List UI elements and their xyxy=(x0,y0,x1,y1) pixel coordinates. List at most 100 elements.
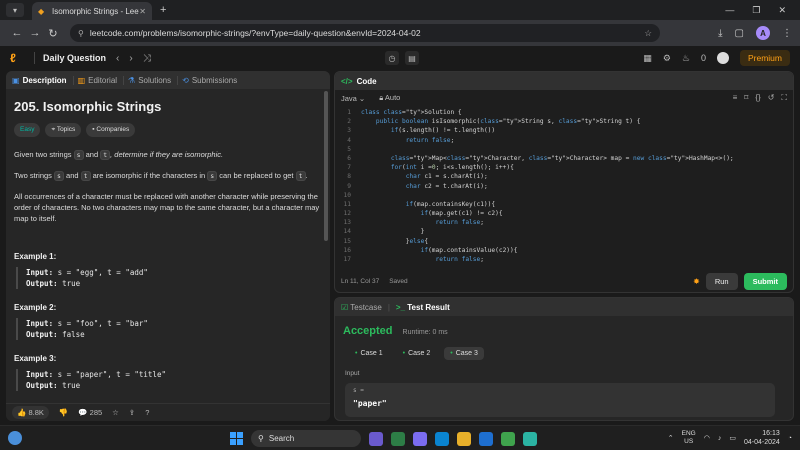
site-info-icon[interactable]: ⚲ xyxy=(78,29,84,38)
tab-test-result[interactable]: >_ Test Result xyxy=(396,303,450,312)
topics-badge[interactable]: ⌖ Topics xyxy=(45,123,82,137)
teams-icon[interactable] xyxy=(413,431,427,446)
settings-gear-icon[interactable]: ⚙ xyxy=(663,53,671,64)
profile-avatar[interactable]: A xyxy=(756,26,770,40)
back-icon[interactable]: ← xyxy=(8,27,26,39)
companies-badge[interactable]: ▪ Companies xyxy=(86,123,136,137)
streak-fire-icon[interactable]: ♨ xyxy=(682,53,690,64)
case-tab-1[interactable]: • Case 1 xyxy=(349,347,389,360)
tab-solutions-label: Solutions xyxy=(138,75,172,85)
example-title: Example 3: xyxy=(14,354,57,363)
taskbar-clock[interactable]: 16:13 04-04-2024 xyxy=(744,429,780,447)
url-text: leetcode.com/problems/isomorphic-strings… xyxy=(89,28,421,38)
bookmark-icon[interactable]: ⌑ xyxy=(744,93,748,103)
reload-icon[interactable]: ↻ xyxy=(44,27,62,40)
tab-editorial[interactable]: ▥ Editorial xyxy=(78,75,125,85)
chrome-icon[interactable] xyxy=(501,431,515,446)
header-center-tools: ◷ ▤ xyxy=(385,51,419,65)
layout-grid-icon[interactable]: ▦ xyxy=(643,53,652,64)
code-text: if(map.containsValue(c2)){ xyxy=(420,246,518,254)
example-block: Input: s = "paper", t = "title" Output: … xyxy=(16,369,322,391)
edge-icon[interactable] xyxy=(435,431,449,446)
tab-submissions[interactable]: ⟲ Submissions xyxy=(182,76,243,85)
download-icon[interactable]: ⤓ xyxy=(718,28,722,39)
tab-search-icon[interactable]: ▾ xyxy=(6,3,24,17)
line-number: 6 xyxy=(347,154,351,162)
forward-icon[interactable]: → xyxy=(26,27,44,39)
code-text: if(map.containsKey(c1)){ xyxy=(405,200,496,208)
notification-icon[interactable]: ◔ xyxy=(788,435,792,442)
bookmark-star-icon[interactable]: ☆ xyxy=(644,28,652,39)
code-editor[interactable]: 1 class class="ty">Solution {2 public boo… xyxy=(335,106,793,266)
tab-close-icon[interactable]: ✕ xyxy=(139,7,146,16)
user-avatar[interactable] xyxy=(716,52,729,64)
next-problem-icon[interactable]: › xyxy=(129,53,132,64)
tab-description[interactable]: ▣ Description xyxy=(12,75,74,85)
line-number: 7 xyxy=(347,164,351,172)
mail-icon[interactable] xyxy=(479,431,493,446)
url-input[interactable]: ⚲ leetcode.com/problems/isomorphic-strin… xyxy=(70,24,660,42)
help-icon[interactable]: ? xyxy=(145,408,149,417)
example-input-line: Input: s = "egg", t = "add" xyxy=(26,267,322,278)
minimize-icon[interactable]: — xyxy=(725,5,734,16)
case-tab-2[interactable]: • Case 2 xyxy=(397,347,437,360)
topics-label: Topics xyxy=(56,126,76,133)
language-select[interactable]: Java ⌄ xyxy=(341,94,365,103)
windows-start-icon[interactable] xyxy=(230,432,243,445)
comments-button[interactable]: 💬 285 xyxy=(78,408,102,417)
extensions-icon[interactable]: ▢ xyxy=(735,28,744,39)
daily-question-link[interactable]: Daily Question xyxy=(43,53,106,63)
code-text: } xyxy=(361,228,425,236)
browser-tab[interactable]: ◆ Isomorphic Strings - LeetCode ✕ xyxy=(32,2,152,20)
desc-paragraph-2: Two strings s and t are isomorphic if th… xyxy=(14,170,322,182)
format-icon[interactable]: ≡ xyxy=(733,93,738,103)
share-icon[interactable]: ⇪ xyxy=(129,408,135,417)
timer-icon[interactable]: ◷ xyxy=(385,51,399,65)
solutions-flask-icon: ⚗ xyxy=(128,75,136,85)
reset-icon[interactable]: ↺ xyxy=(768,93,775,103)
battery-icon[interactable]: ▭ xyxy=(729,434,736,442)
volume-icon[interactable]: ♪ xyxy=(718,435,722,442)
close-window-icon[interactable]: ✕ xyxy=(778,5,786,16)
code-toolbar: Java ⌄ 🔒︎ Auto ≡ ⌑ {} ↺ ⛶ xyxy=(335,90,793,106)
leetcode-logo-icon[interactable]: ℓ xyxy=(10,51,26,65)
favorite-star-icon[interactable]: ☆ xyxy=(112,408,119,417)
case-tab-3[interactable]: • Case 3 xyxy=(444,347,484,360)
submit-button[interactable]: Submit xyxy=(743,272,787,290)
auto-mode-toggle[interactable]: 🔒︎ Auto xyxy=(379,93,400,103)
input-value-box: s = "paper" xyxy=(345,383,775,417)
task-view-icon[interactable] xyxy=(369,431,383,446)
fullscreen-icon[interactable]: ⛶ xyxy=(781,93,787,103)
p2-end: . xyxy=(305,171,308,180)
line-number: 1 xyxy=(347,109,351,116)
line-number: 3 xyxy=(347,127,351,135)
browser-menu-icon[interactable]: ⋮ xyxy=(782,28,792,39)
dislike-icon[interactable]: 👎 xyxy=(59,408,68,417)
mode-label: Auto xyxy=(384,93,401,102)
output-label: Output: xyxy=(26,279,58,288)
run-button[interactable]: Run xyxy=(705,272,738,290)
premium-button[interactable]: Premium xyxy=(739,50,790,66)
prev-problem-icon[interactable]: ‹ xyxy=(116,53,119,64)
wifi-icon[interactable]: ◠ xyxy=(704,434,710,442)
braces-icon[interactable]: {} xyxy=(755,93,760,103)
file-explorer-icon[interactable] xyxy=(457,431,471,446)
new-tab-icon[interactable]: + xyxy=(160,4,166,16)
widgets-icon[interactable] xyxy=(391,431,405,446)
whatsapp-icon[interactable] xyxy=(523,431,537,446)
tray-chevron-icon[interactable]: ⌃ xyxy=(668,434,674,442)
description-scrollbar[interactable] xyxy=(324,91,328,241)
code-s: s xyxy=(207,171,218,181)
shuffle-icon[interactable]: ⤨ xyxy=(143,53,151,64)
debug-icon[interactable]: ✸ xyxy=(693,277,700,286)
maximize-icon[interactable]: ❐ xyxy=(752,5,760,16)
code-s: s xyxy=(54,171,64,181)
tab-solutions[interactable]: ⚗ Solutions xyxy=(128,75,179,85)
weather-widget-icon[interactable] xyxy=(8,431,22,445)
taskbar-search[interactable]: ⚲ Search xyxy=(251,430,361,447)
language-indicator[interactable]: ENG US xyxy=(682,430,696,446)
code-line: 11 if(map.containsKey(c1)){ xyxy=(335,200,793,209)
like-button[interactable]: 👍 8.8K xyxy=(12,406,49,419)
tab-testcase[interactable]: ☑ Testcase xyxy=(341,303,382,312)
notes-icon[interactable]: ▤ xyxy=(405,51,419,65)
